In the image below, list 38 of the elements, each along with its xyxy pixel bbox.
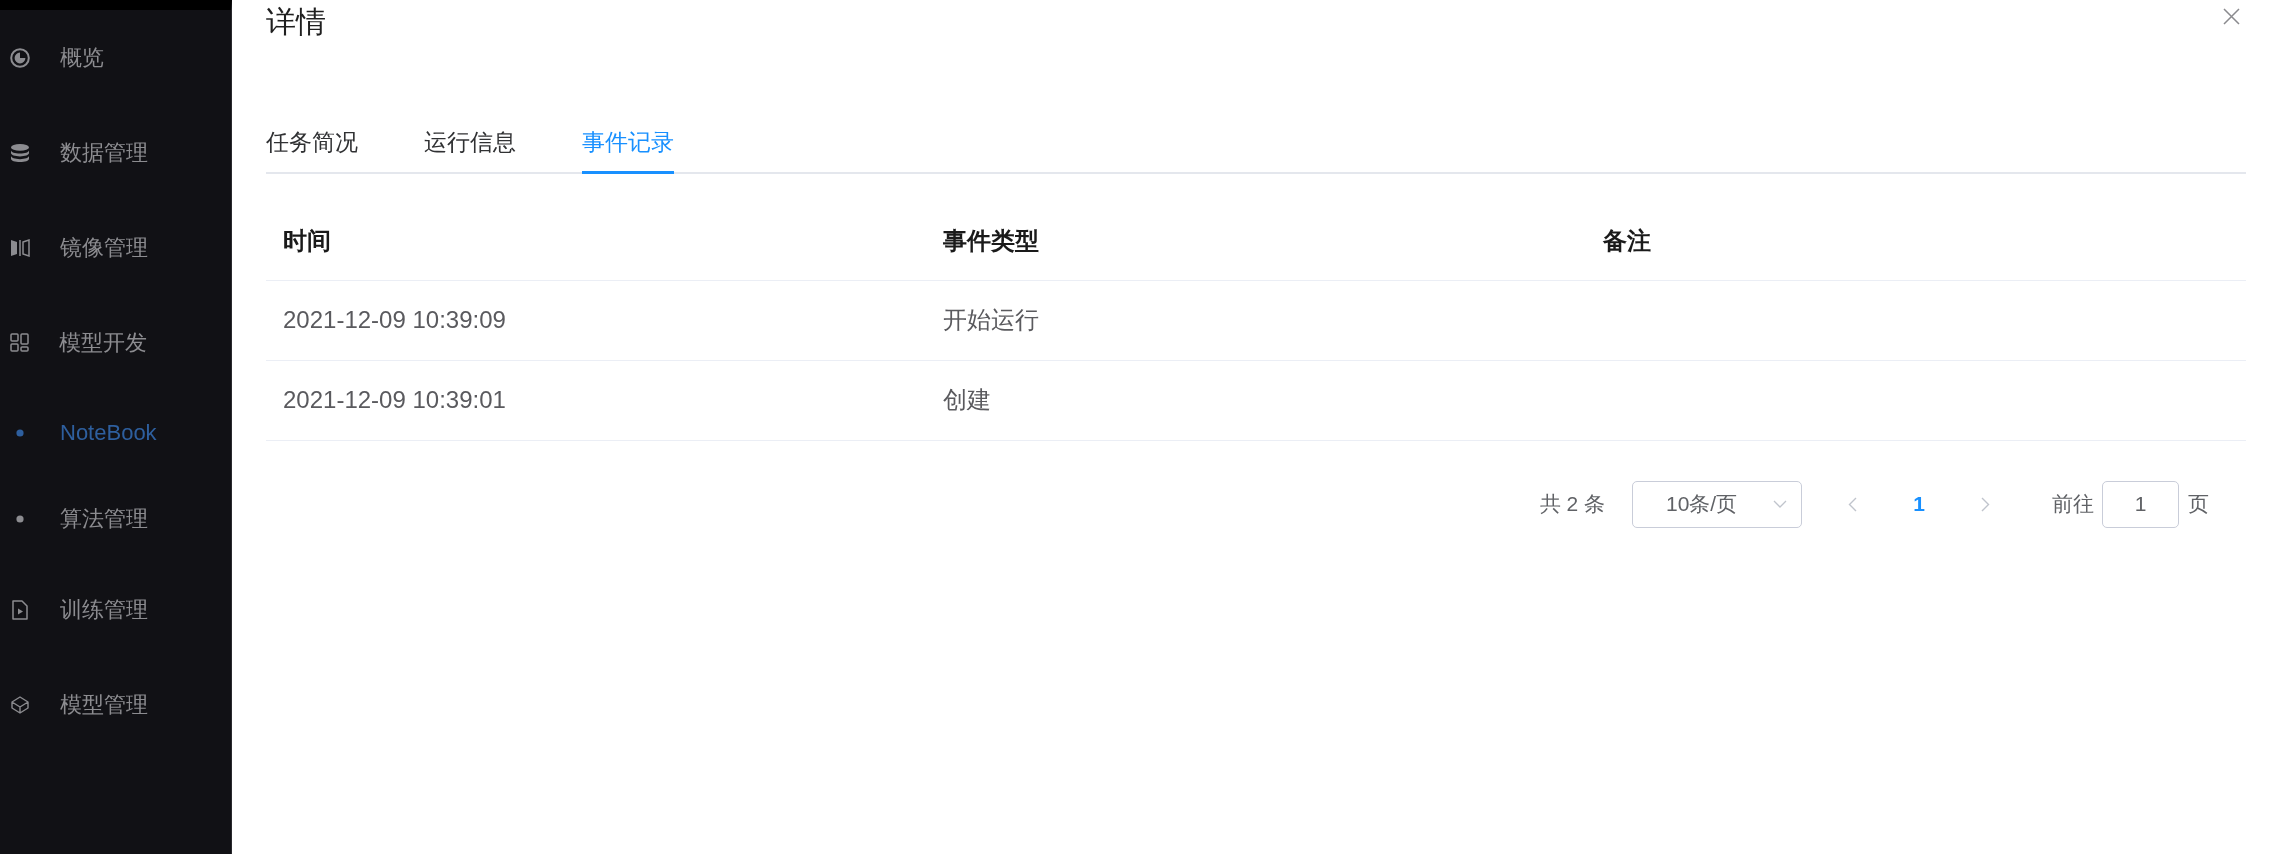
dot-icon [16, 515, 24, 523]
table-cell: 创建 [926, 360, 1586, 440]
sidebar-item[interactable]: 模型开发 [10, 317, 147, 368]
book-icon [10, 238, 30, 257]
sidebar-item[interactable]: 概览 [10, 32, 104, 83]
dot-icon [16, 429, 24, 437]
close-button[interactable] [2223, 8, 2240, 25]
sidebar-item[interactable]: 镜像管理 [10, 222, 148, 273]
column-header: 时间 [266, 202, 926, 280]
table-cell: 开始运行 [926, 280, 1586, 360]
total-count: 共 2 条 [1539, 491, 1605, 518]
sidebar-item[interactable]: 数据管理 [10, 127, 148, 178]
chevron-right-icon [1980, 496, 1990, 512]
page-number[interactable]: 1 [1899, 480, 1939, 528]
sidebar-item[interactable]: 模型管理 [10, 679, 148, 730]
column-header: 备注 [1586, 202, 2246, 280]
tab[interactable]: 运行信息 [424, 127, 516, 174]
sidebar-item[interactable]: NoteBook [10, 408, 157, 458]
table-cell: 2021-12-09 10:39:01 [266, 360, 926, 440]
tab[interactable]: 事件记录 [582, 127, 674, 174]
dialog-title: 详情 [266, 4, 326, 40]
database-icon [11, 143, 29, 162]
table-cell: 2021-12-09 10:39:09 [266, 280, 926, 360]
goto-label: 前往 [2052, 491, 2094, 518]
column-header: 事件类型 [926, 202, 1586, 280]
file-play-icon [12, 599, 28, 620]
sidebar-item[interactable]: 训练管理 [10, 584, 148, 635]
chevron-left-icon [1847, 496, 1857, 512]
grid-icon [10, 333, 29, 352]
page-size-select[interactable]: 10条/页 [1632, 480, 1802, 528]
page-unit-label: 页 [2188, 491, 2209, 518]
chevron-down-icon [1773, 500, 1787, 508]
cube-icon [11, 695, 29, 714]
close-icon [2223, 8, 2240, 25]
tab[interactable]: 任务简况 [266, 127, 358, 174]
goto-page-input[interactable]: 1 [2102, 480, 2179, 528]
sidebar-item[interactable]: 算法管理 [10, 494, 148, 544]
pie-chart-icon [10, 47, 30, 68]
